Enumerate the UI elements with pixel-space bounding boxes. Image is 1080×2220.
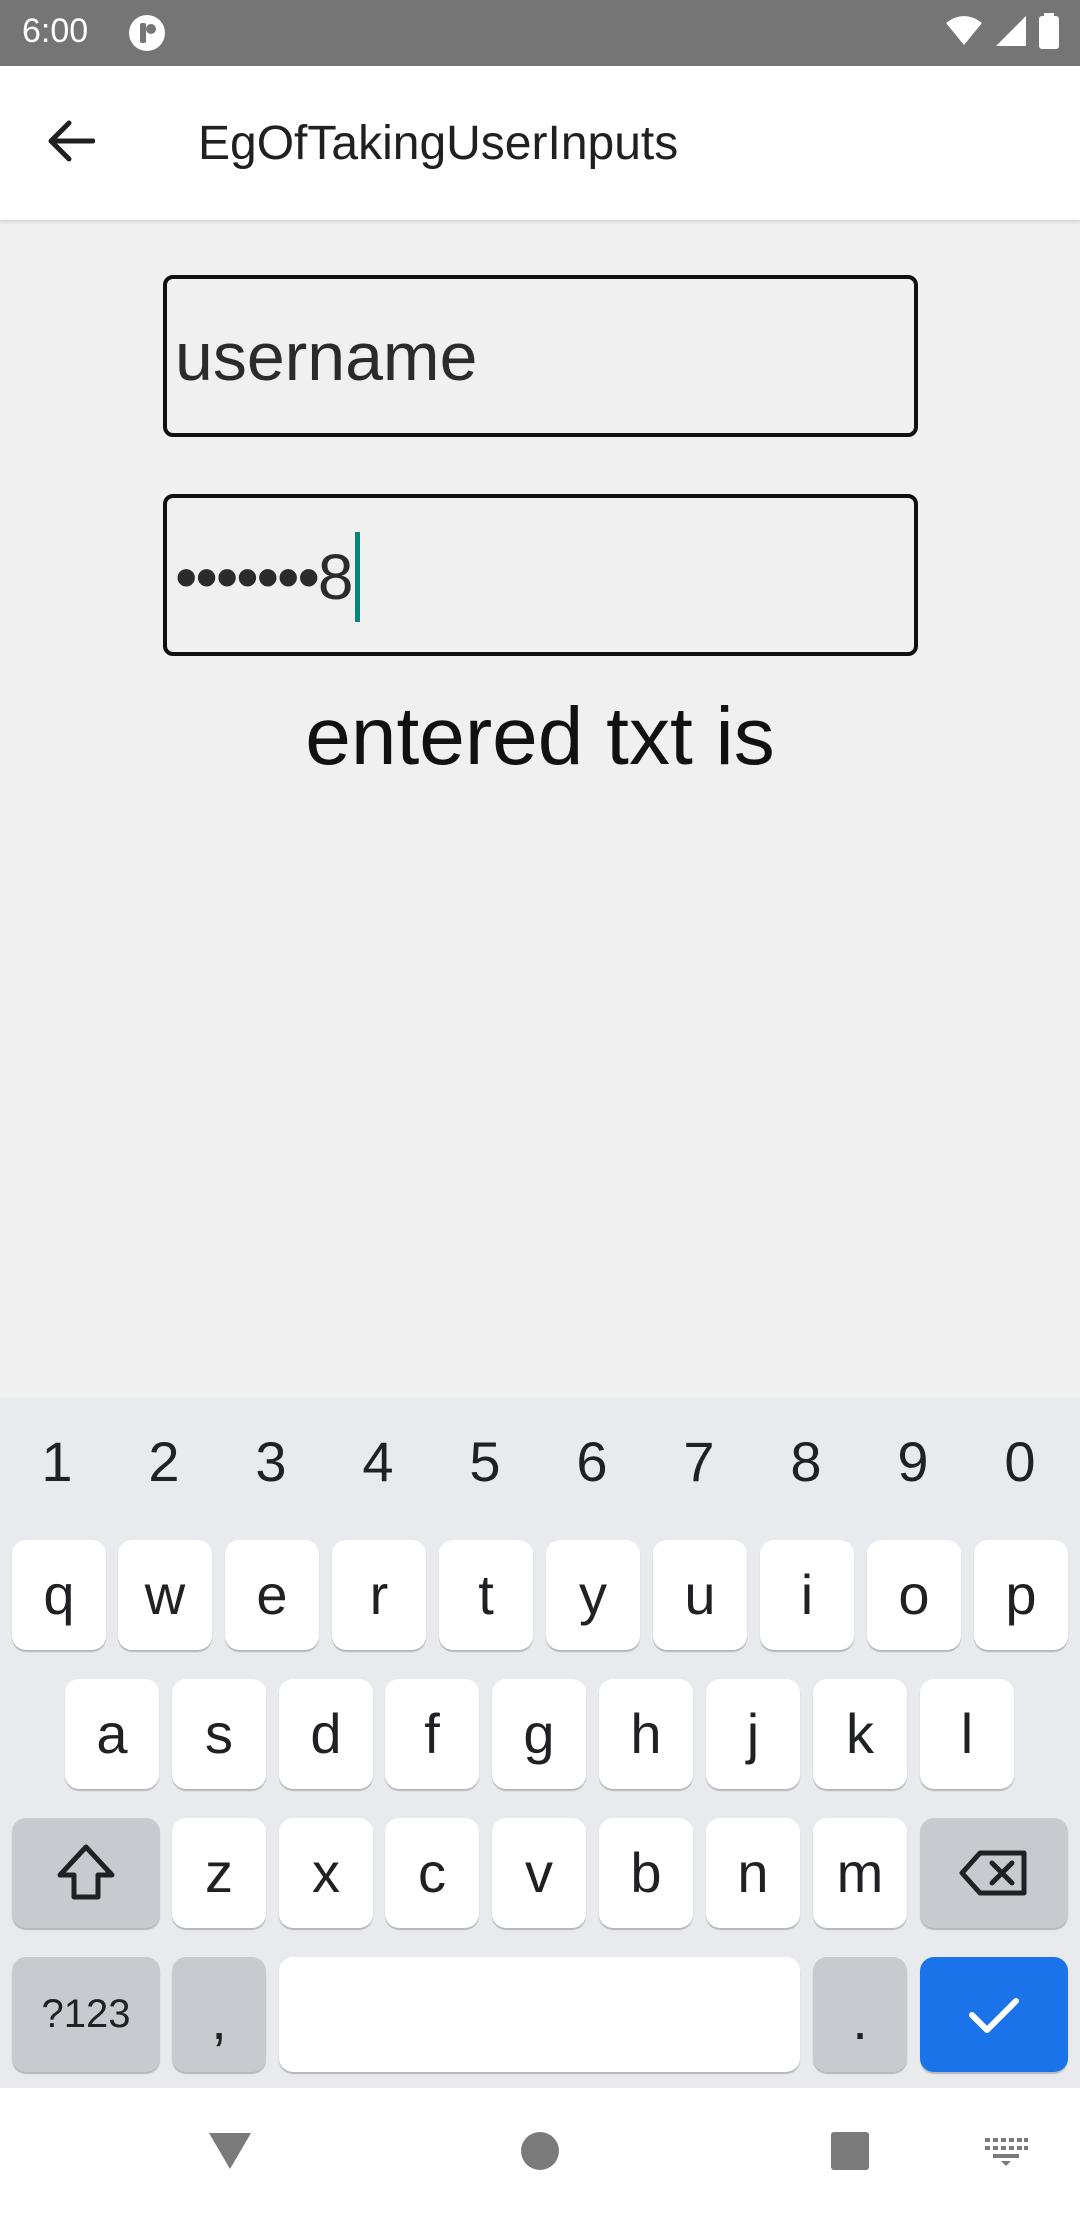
cell-signal-icon xyxy=(994,14,1028,53)
key-8[interactable]: 8 xyxy=(766,1422,846,1502)
backspace-key[interactable] xyxy=(920,1818,1068,1928)
enter-key[interactable] xyxy=(920,1957,1068,2072)
key-f[interactable]: f xyxy=(385,1679,479,1789)
password-content: ••••••• 8 xyxy=(175,532,361,622)
key-g[interactable]: g xyxy=(492,1679,586,1789)
key-2[interactable]: 2 xyxy=(124,1422,204,1502)
key-e[interactable]: e xyxy=(225,1540,319,1650)
key-t[interactable]: t xyxy=(439,1540,533,1650)
status-icons xyxy=(944,12,1060,54)
key-b[interactable]: b xyxy=(599,1818,693,1928)
username-value: username xyxy=(175,319,478,395)
nav-back-button[interactable] xyxy=(190,2118,270,2188)
password-last-char: 8 xyxy=(317,541,354,613)
recents-square-icon xyxy=(830,2131,870,2176)
password-field[interactable]: ••••••• 8 xyxy=(163,494,918,656)
backspace-icon xyxy=(920,1818,1068,1928)
keyboard-switch-icon xyxy=(983,2136,1029,2171)
key-s[interactable]: s xyxy=(172,1679,266,1789)
back-triangle-icon xyxy=(207,2131,253,2176)
key-4[interactable]: 4 xyxy=(338,1422,418,1502)
space-key[interactable] xyxy=(279,1957,800,2072)
symbols-key[interactable]: ?123 xyxy=(12,1957,160,2072)
nav-keyboard-switch-button[interactable] xyxy=(966,2118,1046,2188)
key-v[interactable]: v xyxy=(492,1818,586,1928)
key-h[interactable]: h xyxy=(599,1679,693,1789)
nav-home-button[interactable] xyxy=(500,2118,580,2188)
key-w[interactable]: w xyxy=(118,1540,212,1650)
key-0[interactable]: 0 xyxy=(980,1422,1060,1502)
text-cursor xyxy=(355,532,361,622)
key-y[interactable]: y xyxy=(546,1540,640,1650)
wifi-icon xyxy=(944,15,984,52)
app-notification-icon xyxy=(128,14,166,52)
key-d[interactable]: d xyxy=(279,1679,373,1789)
page-title: EgOfTakingUserInputs xyxy=(198,117,679,170)
key-a[interactable]: a xyxy=(65,1679,159,1789)
comma-key[interactable]: , xyxy=(172,1957,266,2072)
key-q[interactable]: q xyxy=(12,1540,106,1650)
key-m[interactable]: m xyxy=(813,1818,907,1928)
nav-recents-button[interactable] xyxy=(810,2118,890,2188)
key-9[interactable]: 9 xyxy=(873,1422,953,1502)
period-key[interactable]: . xyxy=(813,1957,907,2072)
checkmark-icon xyxy=(920,1957,1068,2072)
key-7[interactable]: 7 xyxy=(659,1422,739,1502)
home-circle-icon xyxy=(520,2131,560,2176)
key-6[interactable]: 6 xyxy=(552,1422,632,1502)
system-nav-bar xyxy=(0,2088,1080,2220)
app-bar: EgOfTakingUserInputs xyxy=(0,66,1080,220)
password-masked-chars: ••••••• xyxy=(175,541,320,613)
shift-icon xyxy=(12,1818,160,1928)
key-1[interactable]: 1 xyxy=(17,1422,97,1502)
key-u[interactable]: u xyxy=(653,1540,747,1650)
key-j[interactable]: j xyxy=(706,1679,800,1789)
key-o[interactable]: o xyxy=(867,1540,961,1650)
key-z[interactable]: z xyxy=(172,1818,266,1928)
username-field[interactable]: username xyxy=(163,275,918,437)
key-c[interactable]: c xyxy=(385,1818,479,1928)
key-n[interactable]: n xyxy=(706,1818,800,1928)
status-time: 6:00 xyxy=(22,12,89,50)
key-x[interactable]: x xyxy=(279,1818,373,1928)
key-k[interactable]: k xyxy=(813,1679,907,1789)
soft-keyboard: 1 2 3 4 5 6 7 8 9 0 q w e r t y u i o p … xyxy=(0,1398,1080,2088)
key-l[interactable]: l xyxy=(920,1679,1014,1789)
battery-icon xyxy=(1038,12,1060,54)
entered-text-label: entered txt is xyxy=(305,691,775,782)
number-row: 1 2 3 4 5 6 7 8 9 0 xyxy=(0,1422,1080,1502)
key-5[interactable]: 5 xyxy=(445,1422,525,1502)
back-button[interactable] xyxy=(30,108,112,178)
back-arrow-icon xyxy=(47,119,96,168)
shift-key[interactable] xyxy=(12,1818,160,1928)
status-bar: 6:00 xyxy=(0,0,1080,66)
key-3[interactable]: 3 xyxy=(231,1422,311,1502)
key-r[interactable]: r xyxy=(332,1540,426,1650)
key-i[interactable]: i xyxy=(760,1540,854,1650)
key-p[interactable]: p xyxy=(974,1540,1068,1650)
